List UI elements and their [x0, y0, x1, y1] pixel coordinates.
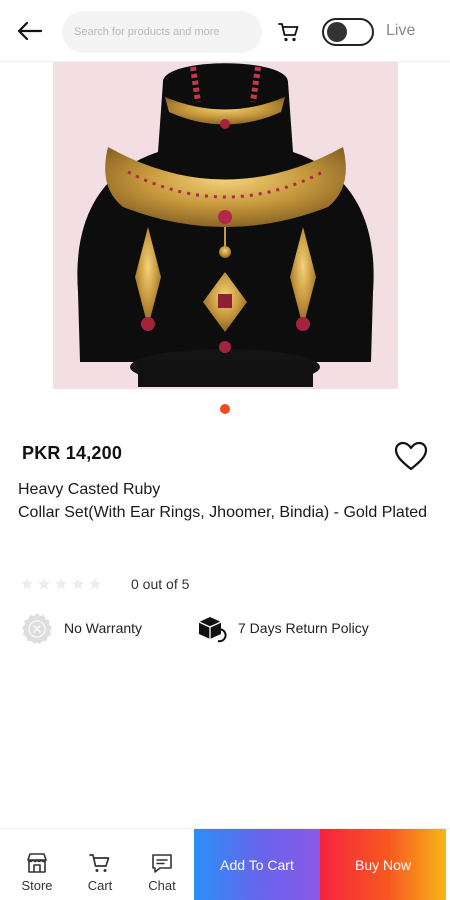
nav-cart[interactable]: Cart: [70, 829, 130, 900]
add-to-cart-button[interactable]: Add To Cart: [194, 829, 320, 900]
necklace-set-illustration: [53, 62, 398, 389]
star-rating: [20, 577, 102, 591]
nav-store-label: Store: [21, 878, 53, 893]
star-icon: [55, 578, 67, 590]
return-policy-text: 7 Days Return Policy: [238, 620, 369, 636]
cart-icon[interactable]: [277, 20, 301, 44]
heart-icon[interactable]: [393, 440, 429, 472]
warranty-text: No Warranty: [64, 620, 143, 636]
chat-icon: [152, 854, 172, 873]
toggle-knob: [327, 22, 347, 42]
back-arrow-icon[interactable]: [16, 19, 44, 43]
star-icon: [38, 578, 50, 590]
no-warranty-icon: [22, 613, 52, 644]
product-price: PKR 14,200: [22, 443, 123, 463]
live-label: Live: [386, 22, 416, 39]
star-icon: [21, 578, 33, 590]
store-icon: [27, 853, 47, 873]
nav-chat[interactable]: Chat: [132, 829, 192, 900]
rating-text: 0 out of 5: [131, 576, 190, 592]
image-pager-dot[interactable]: [220, 404, 230, 414]
star-icon: [89, 578, 101, 590]
search-input[interactable]: [62, 11, 262, 53]
product-title: Heavy Casted Ruby Collar Set(With Ear Ri…: [18, 481, 428, 521]
nav-chat-label: Chat: [148, 878, 176, 893]
bottom-action-bar: Store Cart Chat Add To Cart Buy Now: [0, 828, 450, 900]
top-bar: Live: [0, 0, 450, 62]
star-icon: [72, 578, 84, 590]
buy-now-button[interactable]: Buy Now: [320, 829, 446, 900]
nav-store[interactable]: Store: [7, 829, 67, 900]
product-image[interactable]: [53, 62, 398, 389]
cart-icon: [89, 854, 110, 872]
live-toggle[interactable]: [322, 18, 374, 46]
nav-cart-label: Cart: [87, 878, 113, 893]
return-box-icon: [198, 617, 227, 643]
